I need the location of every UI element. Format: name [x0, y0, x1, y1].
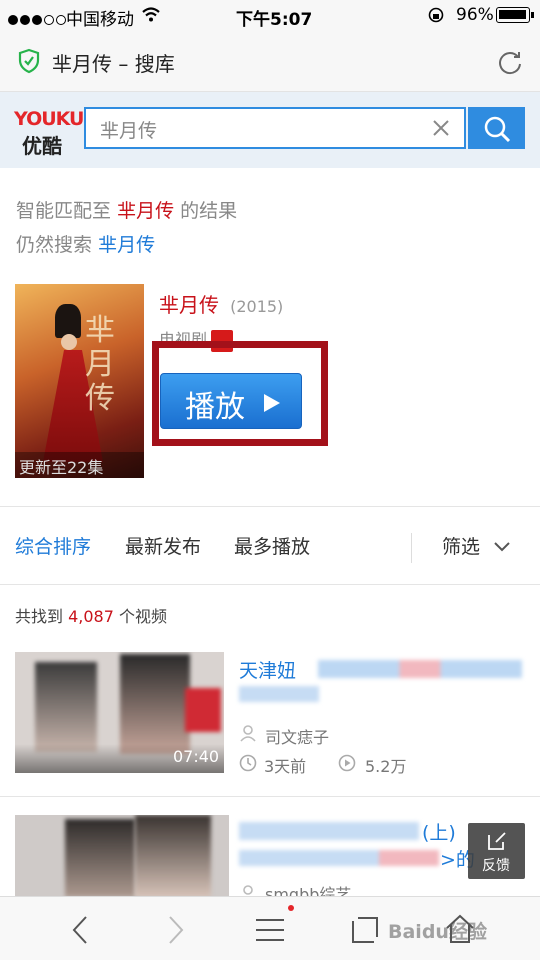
tabs-icon[interactable]	[350, 915, 380, 945]
filter-dropdown[interactable]: 筛选	[442, 532, 511, 559]
blurred-title-text	[239, 850, 439, 866]
poster-title-art: 芈月传	[85, 313, 115, 416]
shield-icon	[18, 48, 40, 74]
poster-caption: 更新至22集	[19, 458, 104, 477]
status-bar: 中国移动 下午5:07 96%	[0, 0, 540, 30]
blurred-title-text	[239, 822, 419, 840]
still-prefix: 仍然搜索	[16, 234, 93, 256]
search-icon	[484, 116, 511, 143]
count-number: 4,087	[68, 607, 114, 626]
tab-separator	[411, 533, 412, 563]
filter-label: 筛选	[442, 536, 481, 558]
video-thumbnail[interactable]	[15, 815, 229, 897]
video-plays: 5.2万	[365, 757, 407, 776]
search-input[interactable]: 芈月传	[84, 107, 466, 149]
still-search-line: 仍然搜索 芈月传	[16, 230, 155, 257]
notification-dot	[288, 905, 294, 911]
play-icon	[264, 394, 280, 412]
match-term: 芈月传	[117, 200, 175, 222]
blurred-title-text	[318, 660, 522, 678]
carrier-name: 中国移动	[66, 10, 134, 30]
match-suffix: 的结果	[180, 200, 238, 222]
logo-latin: YOUKU	[14, 108, 84, 130]
forward-icon[interactable]	[166, 915, 186, 945]
clock-icon	[239, 754, 257, 772]
watermark: Baidu经验	[388, 921, 487, 943]
battery-icon	[496, 7, 534, 23]
feedback-button[interactable]: 反馈	[468, 823, 525, 879]
count-suffix: 个视频	[119, 607, 168, 626]
logo-chinese: 优酷	[22, 134, 62, 158]
show-poster[interactable]: 芈月传 更新至22集	[15, 284, 144, 478]
back-icon[interactable]	[70, 915, 90, 945]
youku-search-bar: YOUKU 优酷 芈月传	[0, 92, 540, 168]
chevron-down-icon	[494, 542, 510, 552]
refresh-icon[interactable]	[496, 48, 524, 76]
play-button[interactable]: 播放	[160, 373, 302, 429]
show-title-row: 芈月传 (2015)	[159, 289, 283, 318]
tab-latest[interactable]: 最新发布	[125, 532, 201, 559]
still-search-link[interactable]: 芈月传	[98, 234, 155, 256]
battery-percent: 96%	[456, 5, 494, 25]
show-year: (2015)	[230, 297, 284, 316]
user-icon	[240, 725, 256, 742]
results-count: 共找到 4,087 个视频	[15, 603, 167, 627]
edit-icon	[488, 832, 506, 850]
video-title[interactable]: 天津妞	[239, 656, 296, 683]
blurred-title-text	[239, 686, 319, 702]
signal-icon	[8, 10, 68, 30]
wifi-icon	[142, 7, 160, 22]
play-count-icon	[338, 754, 356, 772]
count-prefix: 共找到	[15, 607, 64, 626]
video-thumbnail[interactable]: 07:40	[15, 652, 224, 773]
divider	[0, 506, 540, 507]
menu-icon[interactable]	[254, 917, 286, 943]
search-query: 芈月传	[100, 120, 158, 142]
divider	[0, 796, 540, 797]
tab-comprehensive[interactable]: 综合排序	[15, 532, 91, 559]
page-title: 芈月传 – 搜库	[52, 52, 175, 76]
match-prefix: 智能匹配至	[16, 200, 112, 222]
video-title-part[interactable]: (上)	[422, 818, 456, 845]
youku-logo[interactable]: YOUKU	[14, 108, 84, 130]
tab-most-played[interactable]: 最多播放	[234, 532, 310, 559]
browser-toolbar: Baidu经验	[0, 896, 540, 960]
orientation-lock-icon	[428, 7, 444, 23]
search-button[interactable]	[468, 107, 525, 149]
divider	[0, 584, 540, 585]
video-uploader[interactable]: 司文痣子	[265, 724, 329, 748]
smart-match-line: 智能匹配至 芈月传 的结果	[16, 196, 237, 223]
clear-icon[interactable]	[432, 119, 450, 137]
address-bar[interactable]: 芈月传 – 搜库	[0, 30, 540, 92]
show-title[interactable]: 芈月传	[159, 293, 219, 317]
video-duration: 07:40	[173, 747, 220, 766]
play-label: 播放	[185, 390, 245, 425]
feedback-label: 反馈	[482, 858, 510, 874]
clock: 下午5:07	[236, 10, 313, 30]
video-time-ago: 3天前	[264, 757, 307, 776]
